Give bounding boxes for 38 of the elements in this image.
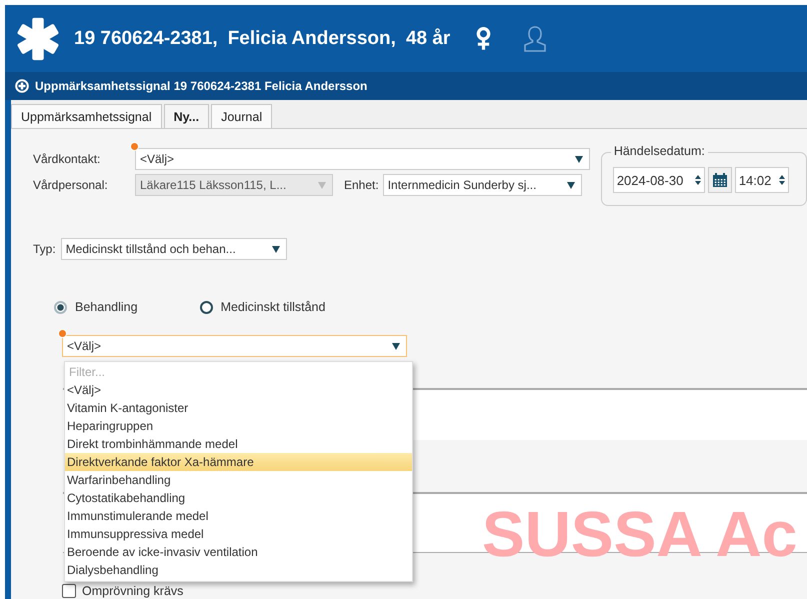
dropdown-field[interactable]: <Välj>: [62, 335, 407, 357]
patient-age: 48 år: [406, 28, 450, 50]
field-label: Typ:: [33, 242, 56, 256]
radio-option[interactable]: Medicinskt tillstånd: [200, 300, 326, 314]
field-label: Vårdpersonal:: [33, 178, 109, 192]
dropdown-field[interactable]: Medicinskt tillstånd och behan...: [60, 238, 287, 260]
personal-number: 19 760624-2381,: [74, 28, 218, 50]
field-label: Vårdkontakt:: [33, 152, 102, 166]
dropdown-option[interactable]: Warfarinbehandling: [65, 471, 412, 489]
window-title: Uppmärksamhetssignal 19 760624-2381 Felicia Andersson: [35, 79, 368, 93]
dropdown-option[interactable]: <Välj>: [65, 381, 412, 399]
dropdown-option[interactable]: Beroende av icke-invasiv ventilation: [65, 543, 412, 561]
dropdown-option[interactable]: Direkt trombinhämmande medel: [65, 435, 412, 453]
female-icon: [476, 26, 492, 51]
dropdown-option[interactable]: Immunsuppressiva medel: [65, 525, 412, 543]
time-field[interactable]: 14:02: [734, 167, 789, 193]
calendar-icon: [712, 172, 728, 188]
plus-circle-icon: [15, 79, 29, 93]
dropdown-option[interactable]: Cytostatikabehandling: [65, 489, 412, 507]
field-label: Enhet:: [344, 178, 379, 192]
dropdown-field[interactable]: <Välj>: [135, 148, 590, 170]
dropdown-option[interactable]: Heparingruppen: [65, 417, 412, 435]
patient-name: Felicia Andersson,: [228, 28, 396, 50]
star-of-life-icon: [15, 16, 61, 62]
calendar-button[interactable]: [708, 167, 732, 193]
checkbox-option[interactable]: Omprövning krävs: [62, 584, 202, 598]
radio-option[interactable]: Behandling: [54, 300, 138, 314]
dropdown-option[interactable]: Dialysbehandling: [65, 561, 412, 579]
dropdown-field[interactable]: Internmedicin Sunderby sj...: [382, 174, 582, 196]
dropdown-option[interactable]: Immunstimulerande medel: [65, 507, 412, 525]
group-legend: Händelsedatum:: [610, 144, 708, 158]
tab[interactable]: Ny...: [164, 104, 210, 128]
tab[interactable]: Journal: [211, 104, 272, 128]
environment-label: SUSSA Ac: [482, 497, 798, 571]
date-field[interactable]: 2024-08-30: [612, 167, 705, 193]
dropdown-option[interactable]: Direktverkande faktor Xa-hämmare: [65, 453, 412, 471]
tab[interactable]: Uppmärksamhetssignal: [11, 104, 162, 128]
dropdown-option[interactable]: Vitamin K-antagonister: [65, 399, 412, 417]
